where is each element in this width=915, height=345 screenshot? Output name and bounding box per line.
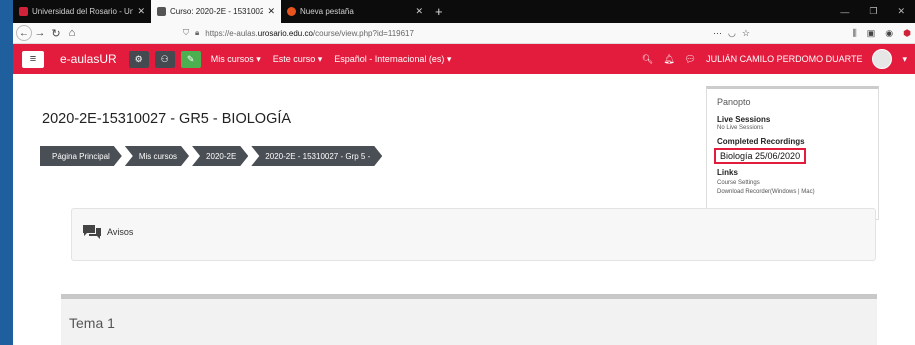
course-settings-link[interactable]: Course Settings bbox=[717, 180, 868, 186]
pocket-icon[interactable]: ◡ bbox=[728, 28, 736, 39]
hamburger-menu-icon[interactable]: ≡ bbox=[22, 50, 44, 68]
forum-icon bbox=[83, 225, 101, 239]
menu-mis-cursos[interactable]: Mis cursos ▾ bbox=[211, 54, 261, 65]
universidad-favicon-icon bbox=[19, 7, 28, 16]
browser-window: Universidad del Rosario - Unive ✕ Curso:… bbox=[13, 0, 915, 345]
close-tab-icon[interactable]: ✕ bbox=[137, 6, 145, 17]
extension-shield-icon[interactable]: ⬢ bbox=[903, 28, 911, 39]
tab-nueva[interactable]: Nueva pestaña ✕ bbox=[281, 0, 429, 23]
tab-curso[interactable]: Curso: 2020-2E - 15310027 - G ✕ bbox=[151, 0, 281, 23]
section-title: Tema 1 bbox=[69, 315, 115, 331]
header-user-area: 🔍︎ 🔔︎ 💬︎ JULIÁN CAMILO PERDOMO DUARTE ▾ bbox=[642, 44, 907, 74]
section-tema-1: Tema 1 bbox=[61, 294, 877, 345]
chevron-down-icon[interactable]: ▾ bbox=[902, 54, 907, 65]
url-text: https://e-aulas.urosario.edu.co/course/v… bbox=[205, 28, 414, 38]
moodle-favicon-icon bbox=[157, 7, 166, 16]
account-icon[interactable]: ◉ bbox=[885, 28, 893, 39]
breadcrumb: Página Principal Mis cursos 2020-2E 2020… bbox=[40, 146, 385, 166]
download-recorder-link[interactable]: Download Recorder(Windows | Mac) bbox=[717, 189, 868, 195]
live-sessions-heading: Live Sessions bbox=[717, 115, 771, 124]
tab-strip: Universidad del Rosario - Unive ✕ Curso:… bbox=[13, 0, 915, 23]
forum-avisos[interactable]: Avisos bbox=[71, 208, 876, 261]
panopto-block: Panopto Live Sessions No Live Sessions C… bbox=[706, 86, 879, 220]
tab-title: Curso: 2020-2E - 15310027 - G bbox=[170, 7, 264, 16]
sitemap-icon[interactable]: ⚇ bbox=[154, 50, 175, 68]
breadcrumb-course[interactable]: 2020-2E - 15310027 - Grp 5 - bbox=[251, 146, 382, 166]
tab-title: Universidad del Rosario - Unive bbox=[32, 7, 134, 16]
restore-icon[interactable]: ❐ bbox=[859, 6, 887, 17]
reload-icon[interactable]: ↻ bbox=[48, 27, 64, 40]
page-title: 2020-2E-15310027 - GR5 - BIOLOGÍA bbox=[42, 111, 292, 127]
bell-icon[interactable]: 🔔︎ bbox=[663, 54, 674, 65]
settings-cog-icon[interactable]: ⚙ bbox=[128, 50, 149, 68]
main-menu: Mis cursos ▾ Este curso ▾ Español - Inte… bbox=[211, 54, 452, 65]
forward-icon[interactable]: → bbox=[32, 27, 48, 39]
page-content: 2020-2E-15310027 - GR5 - BIOLOGÍA Página… bbox=[13, 74, 915, 345]
more-actions-icon[interactable]: ⋯ bbox=[713, 28, 722, 39]
chat-icon[interactable]: 💬︎ bbox=[685, 54, 696, 65]
lock-icon: 🔒︎ bbox=[195, 28, 200, 37]
search-icon[interactable]: 🔍︎ bbox=[642, 54, 653, 65]
close-tab-icon[interactable]: ✕ bbox=[415, 6, 423, 17]
tab-universidad[interactable]: Universidad del Rosario - Unive ✕ bbox=[13, 0, 151, 23]
completed-recordings-heading: Completed Recordings bbox=[717, 137, 805, 146]
user-name[interactable]: JULIÁN CAMILO PERDOMO DUARTE bbox=[706, 54, 862, 64]
minimize-icon[interactable]: — bbox=[830, 7, 859, 17]
avatar[interactable] bbox=[872, 49, 893, 69]
tab-title: Nueva pestaña bbox=[300, 7, 354, 16]
sidebar-icon[interactable]: ▣ bbox=[867, 28, 876, 39]
edit-icon[interactable]: ✎ bbox=[180, 50, 201, 68]
nav-bar: ← → ↻ ⌂ ⛉ 🔒︎ https://e-aulas.urosario.ed… bbox=[13, 23, 915, 44]
close-window-icon[interactable]: ✕ bbox=[887, 6, 915, 17]
panopto-title: Panopto bbox=[717, 97, 751, 107]
links-heading: Links bbox=[717, 168, 738, 177]
close-tab-icon[interactable]: ✕ bbox=[267, 6, 275, 17]
recording-link[interactable]: Biología 25/06/2020 bbox=[714, 148, 807, 164]
avisos-label[interactable]: Avisos bbox=[107, 227, 133, 237]
breadcrumb-home[interactable]: Página Principal bbox=[40, 146, 122, 166]
home-icon[interactable]: ⌂ bbox=[64, 27, 80, 39]
shield-icon: ⛉ bbox=[183, 28, 189, 37]
window-controls: — ❐ ✕ bbox=[830, 0, 915, 23]
url-actions: ⋯ ◡ ☆ bbox=[713, 25, 750, 41]
library-icon[interactable]: ⫼ bbox=[853, 28, 857, 39]
breadcrumb-mis-cursos[interactable]: Mis cursos bbox=[125, 146, 189, 166]
back-icon[interactable]: ← bbox=[16, 25, 32, 41]
site-brand[interactable]: e-aulasUR bbox=[60, 52, 117, 66]
breadcrumb-period[interactable]: 2020-2E bbox=[192, 146, 248, 166]
live-sessions-text: No Live Sessions bbox=[717, 125, 764, 131]
menu-este-curso[interactable]: Este curso ▾ bbox=[273, 54, 323, 65]
bookmark-star-icon[interactable]: ☆ bbox=[742, 28, 750, 39]
firefox-favicon-icon bbox=[287, 7, 296, 16]
site-header: ≡ e-aulasUR ⚙ ⚇ ✎ Mis cursos ▾ Este curs… bbox=[13, 44, 915, 74]
menu-language[interactable]: Español - Internacional (es) ▾ bbox=[334, 54, 451, 65]
new-tab-icon[interactable]: + bbox=[429, 0, 449, 23]
toolbar-icons: ⫼ ▣ ◉ ⬢ bbox=[853, 25, 911, 41]
url-bar[interactable]: ⛉ 🔒︎ https://e-aulas.urosario.edu.co/cou… bbox=[183, 25, 715, 41]
